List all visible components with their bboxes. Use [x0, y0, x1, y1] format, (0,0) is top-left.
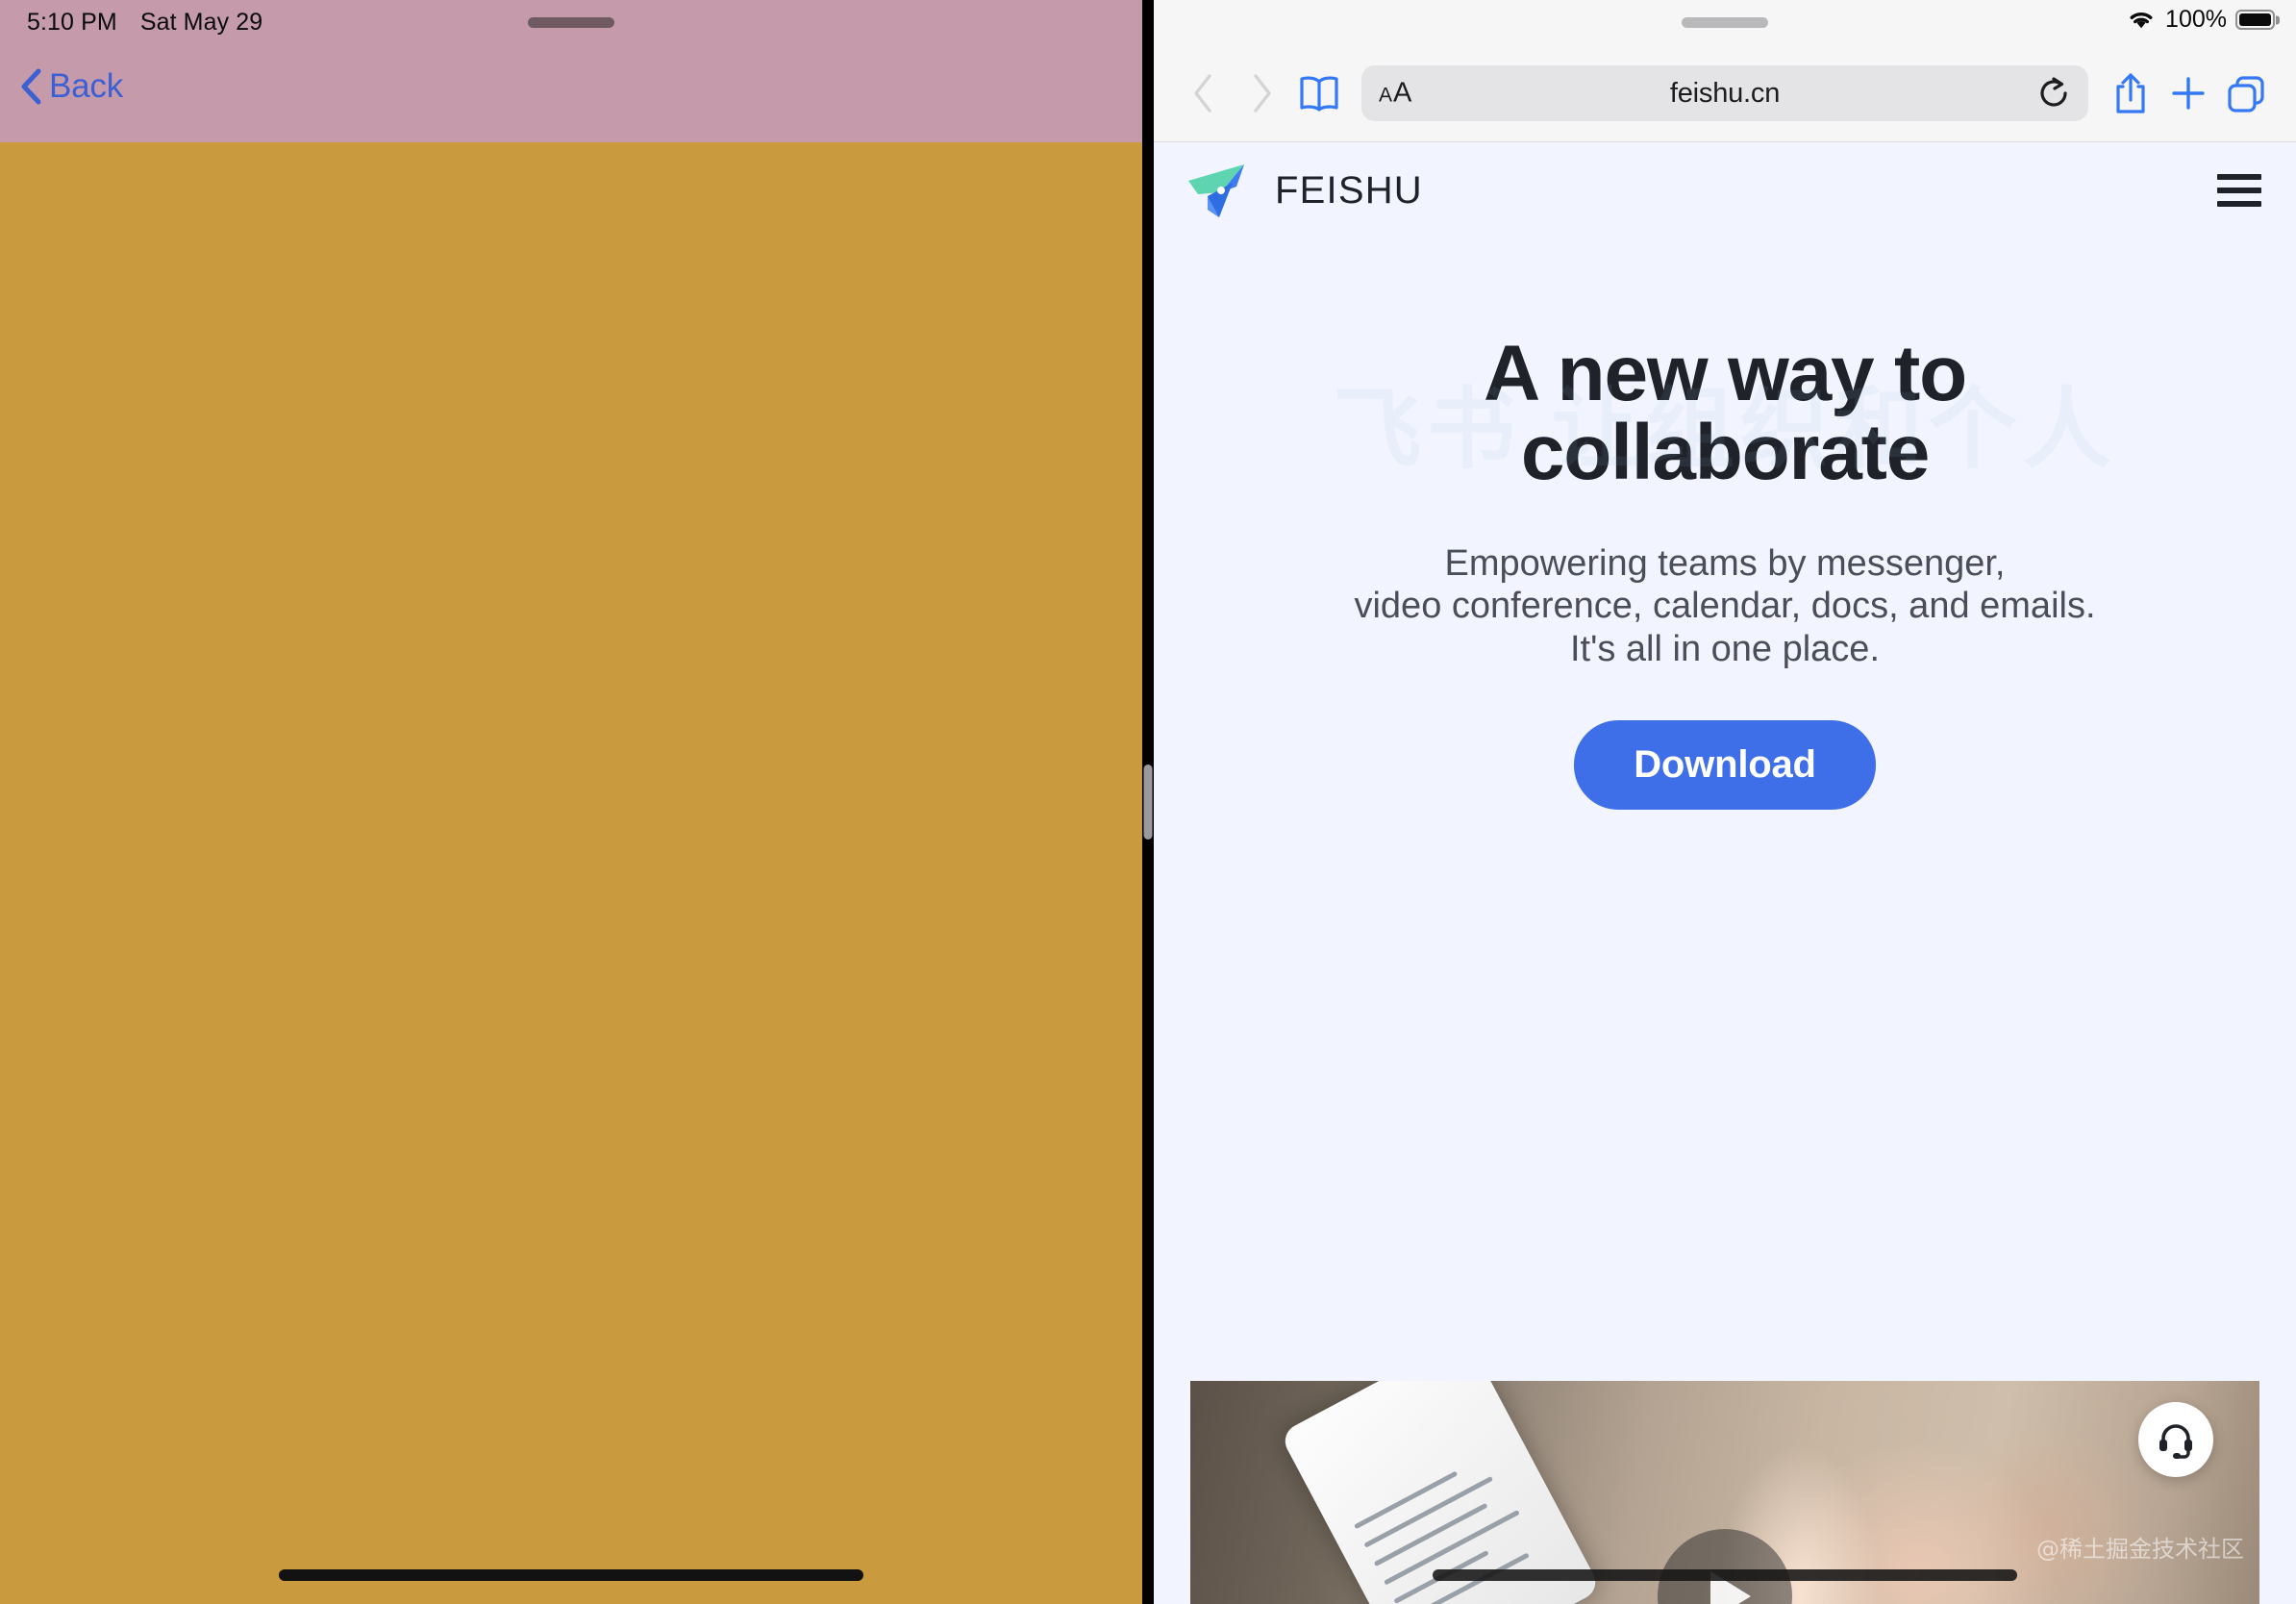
aa-text-size-button[interactable]: A A: [1379, 78, 1411, 110]
multitask-drag-handle-icon[interactable]: [528, 17, 614, 28]
site-header: FEISHU: [1154, 142, 2296, 238]
tabs-overview-icon: [2228, 76, 2264, 113]
tabs-overview-button[interactable]: [2217, 64, 2275, 122]
headset-support-icon: [2159, 1424, 2192, 1459]
hamburger-menu-icon[interactable]: [2217, 174, 2261, 207]
hamburger-bar: [2217, 188, 2261, 193]
left-app-content-area: [0, 142, 1142, 1604]
chevron-left-icon: [1194, 74, 1211, 113]
book-icon: [1300, 76, 1338, 112]
safari-pane: 100% A A feishu.cn FEISHU 飞书 让组织和个人 A ne…: [1154, 0, 2296, 1604]
browser-forward-button[interactable]: [1233, 64, 1290, 122]
home-indicator-bar[interactable]: [1433, 1569, 2017, 1581]
wifi-icon: [2130, 13, 2153, 29]
hero-subtitle: Empowering teams by messenger, video con…: [1154, 542, 2296, 670]
multitask-drag-handle-icon[interactable]: [1682, 17, 1768, 28]
aa-large-letter: A: [1393, 77, 1412, 109]
address-bar-url-text[interactable]: feishu.cn: [1361, 78, 2088, 110]
ipad-split-view-screen: 5:10 PM Sat May 29 Back 100% A A feishu.…: [0, 0, 2296, 1604]
chevron-left-icon: [21, 68, 41, 105]
share-up-icon: [2116, 73, 2145, 113]
bookmarks-button[interactable]: [1290, 64, 1348, 122]
home-indicator-bar[interactable]: [279, 1569, 863, 1581]
new-tab-button[interactable]: [2159, 64, 2217, 122]
split-view-resize-grip[interactable]: [1143, 764, 1153, 840]
aa-small-letter: A: [1379, 84, 1393, 107]
plus-icon: [2172, 77, 2205, 110]
hero-title-line-2: collaborate: [1520, 409, 1930, 496]
browser-back-button[interactable]: [1175, 64, 1233, 122]
hamburger-bar: [2217, 201, 2261, 207]
left-status-bar: 5:10 PM Sat May 29 Back: [0, 0, 1142, 142]
reload-button[interactable]: [2034, 74, 2073, 113]
hero-section: 飞书 让组织和个人 A new way to collaborate Empow…: [1154, 335, 2296, 811]
page-title: A new way to collaborate: [1154, 335, 2296, 492]
safari-toolbar: A A feishu.cn: [1154, 44, 2296, 142]
share-button[interactable]: [2102, 64, 2159, 122]
hero-title-line-1: A new way to: [1484, 330, 1967, 417]
back-button-label: Back: [49, 67, 124, 105]
download-button[interactable]: Download: [1574, 720, 1876, 811]
hero-subtitle-line-1: Empowering teams by messenger,: [1444, 543, 2006, 584]
left-app-pane: 5:10 PM Sat May 29 Back: [0, 0, 1142, 1604]
status-bar-date: Sat May 29: [139, 9, 263, 36]
hamburger-bar: [2217, 174, 2261, 180]
brand-name-label: FEISHU: [1275, 168, 1423, 212]
status-bar-time: 5:10 PM: [27, 9, 117, 36]
back-button[interactable]: Back: [19, 67, 123, 106]
hero-subtitle-line-2: video conference, calendar, docs, and em…: [1354, 586, 2096, 627]
feishu-paper-plane-logo: [1188, 164, 1244, 217]
address-bar[interactable]: A A feishu.cn: [1361, 65, 2088, 121]
split-view-divider[interactable]: [1142, 0, 1154, 1604]
right-status-bar: 100%: [1154, 0, 2296, 44]
chevron-right-icon: [1254, 74, 1271, 113]
support-chat-button[interactable]: [2138, 1402, 2213, 1477]
battery-full-icon: [2235, 10, 2275, 30]
status-bar-indicators: 100%: [2126, 6, 2275, 34]
hero-subtitle-line-3: It's all in one place.: [1570, 628, 1880, 669]
webpage-feishu: FEISHU 飞书 让组织和个人 A new way to collaborat…: [1154, 142, 2296, 1604]
brand-logo-link[interactable]: FEISHU: [1186, 162, 1423, 219]
reload-icon: [2040, 77, 2067, 107]
safari-chrome: 100% A A feishu.cn: [1154, 0, 2296, 142]
status-bar-time-date: 5:10 PM Sat May 29: [27, 9, 262, 37]
battery-percent-label: 100%: [2165, 6, 2227, 33]
